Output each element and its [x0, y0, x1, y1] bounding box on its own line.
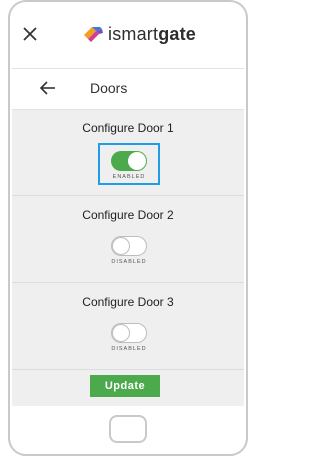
update-button[interactable]: Update	[90, 375, 160, 397]
page-title: Doors	[90, 80, 128, 96]
ismartgate-logo: ismartgate	[82, 21, 196, 47]
logo-mark-icon	[84, 27, 103, 42]
door-3-toggle[interactable]	[111, 323, 147, 343]
door-toggle-container: DISABLED	[98, 230, 160, 272]
toggle-knob	[128, 152, 146, 170]
toggle-status: DISABLED	[111, 346, 147, 352]
door-2-toggle[interactable]	[111, 236, 147, 256]
door-toggle-container: DISABLED	[98, 317, 160, 359]
door-section-1: Configure Door 1 ENABLED	[12, 109, 244, 196]
door-title: Configure Door 3	[82, 295, 174, 309]
home-button[interactable]	[109, 415, 147, 443]
toggle-status: DISABLED	[111, 259, 147, 265]
door-section-3: Configure Door 3 DISABLED	[12, 283, 244, 370]
toggle-knob	[112, 324, 130, 342]
app-screen: ismartgate Doors Configure Door 1 ENABLE…	[12, 10, 244, 406]
nav-bar: Doors	[12, 68, 244, 110]
door-title: Configure Door 1	[82, 121, 174, 135]
close-icon[interactable]	[20, 24, 40, 44]
top-bar: ismartgate	[12, 10, 244, 70]
door-section-2: Configure Door 2 DISABLED	[12, 196, 244, 283]
door-title: Configure Door 2	[82, 208, 174, 222]
toggle-status: ENABLED	[112, 174, 146, 180]
back-arrow-icon[interactable]	[40, 81, 56, 95]
toggle-knob	[112, 237, 130, 255]
door-1-toggle[interactable]	[111, 151, 147, 171]
logo-text: ismartgate	[108, 23, 197, 44]
door-toggle-focus: ENABLED	[98, 143, 160, 185]
